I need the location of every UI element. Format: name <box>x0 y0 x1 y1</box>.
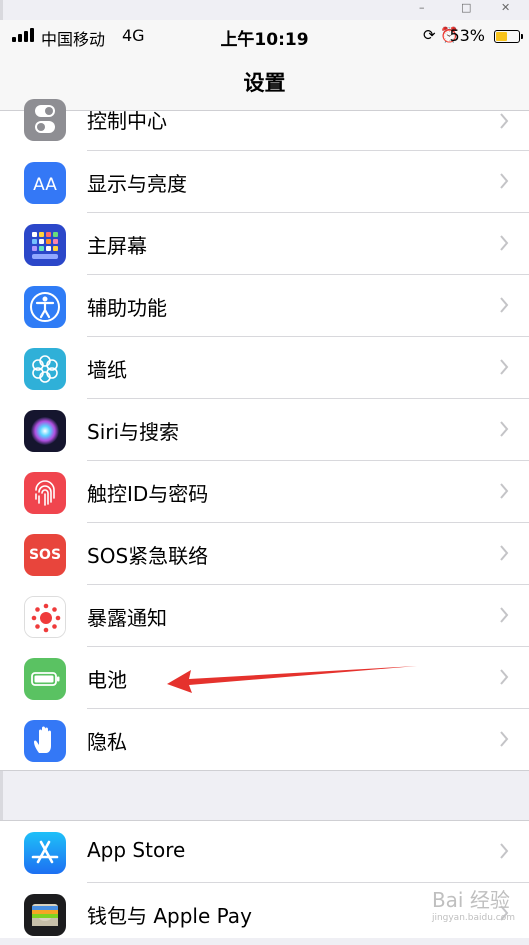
battery-icon <box>24 658 66 700</box>
battery-percent: 53% <box>449 26 485 45</box>
chevron-right-icon <box>500 113 509 129</box>
svg-text:AA: AA <box>33 175 57 195</box>
chevron-right-icon <box>500 359 509 375</box>
settings-item-wallpaper[interactable]: 墙纸 <box>0 337 529 399</box>
chevron-right-icon <box>500 483 509 499</box>
settings-item-label: SOS紧急联络 <box>87 544 209 568</box>
chevron-right-icon <box>500 731 509 747</box>
battery-status-icon <box>494 30 523 43</box>
settings-item-home-screen[interactable]: 主屏幕 <box>0 213 529 275</box>
exposure-notification-icon <box>24 596 66 638</box>
status-bar: 中国移动 4G 上午10:19 ⟳ ⏰ 53% <box>0 20 529 52</box>
settings-item-exposure[interactable]: 暴露通知 <box>0 585 529 647</box>
privacy-hand-icon <box>24 720 66 762</box>
settings-item-label: 主屏幕 <box>87 234 147 258</box>
settings-item-label: 显示与亮度 <box>87 172 187 196</box>
chevron-right-icon <box>500 421 509 437</box>
minimize-button[interactable]: – <box>419 1 425 14</box>
accessibility-icon <box>24 286 66 328</box>
window-controls: – □ ✕ <box>409 0 529 16</box>
control-center-icon <box>24 99 66 141</box>
close-button[interactable]: ✕ <box>501 1 510 14</box>
sos-icon: SOS <box>24 534 66 576</box>
baidu-jingyan-watermark: Bai 经验 jingyan.baidu.com <box>432 884 515 923</box>
maximize-button[interactable]: □ <box>461 1 471 14</box>
chevron-right-icon <box>500 235 509 251</box>
chevron-right-icon <box>500 297 509 313</box>
home-screen-icon <box>24 224 66 266</box>
annotation-arrow <box>167 666 417 693</box>
chevron-right-icon <box>500 545 509 561</box>
settings-item-label: 电池 <box>87 668 127 692</box>
settings-item-label: 钱包与 Apple Pay <box>87 904 252 928</box>
settings-item-display[interactable]: AA 显示与亮度 <box>0 151 529 213</box>
settings-item-label: 控制中心 <box>87 109 167 133</box>
page-title: 设置 <box>243 71 286 95</box>
siri-icon <box>24 410 66 452</box>
navigation-bar: 设置 <box>0 52 529 111</box>
settings-item-sos[interactable]: SOS SOS紧急联络 <box>0 523 529 585</box>
chevron-right-icon <box>500 843 509 859</box>
settings-item-control-center[interactable]: 控制中心 <box>0 99 529 151</box>
chevron-right-icon <box>500 669 509 685</box>
watermark-sub: jingyan.baidu.com <box>431 913 515 923</box>
settings-item-label: 触控ID与密码 <box>87 482 209 506</box>
wallpaper-icon <box>24 348 66 390</box>
wallet-icon <box>24 894 66 936</box>
settings-item-touch-id[interactable]: 触控ID与密码 <box>0 461 529 523</box>
settings-item-label: 辅助功能 <box>87 296 167 320</box>
settings-item-label: 隐私 <box>87 730 127 754</box>
watermark-main: Bai 经验 <box>431 888 510 912</box>
settings-item-siri[interactable]: Siri与搜索 <box>0 399 529 461</box>
settings-item-label: 墙纸 <box>87 358 127 382</box>
settings-item-label: Siri与搜索 <box>87 420 180 444</box>
touch-id-icon <box>24 472 66 514</box>
settings-item-privacy[interactable]: 隐私 <box>0 709 529 771</box>
sos-icon-text: SOS <box>28 547 62 563</box>
chevron-right-icon <box>500 173 509 189</box>
settings-item-label: 暴露通知 <box>87 606 167 630</box>
settings-item-accessibility[interactable]: 辅助功能 <box>0 275 529 337</box>
chevron-right-icon <box>500 607 509 623</box>
display-brightness-icon: AA <box>24 162 66 204</box>
app-store-icon <box>24 832 66 874</box>
settings-item-label: App Store <box>87 838 186 862</box>
settings-item-app-store[interactable]: App Store <box>0 821 529 883</box>
